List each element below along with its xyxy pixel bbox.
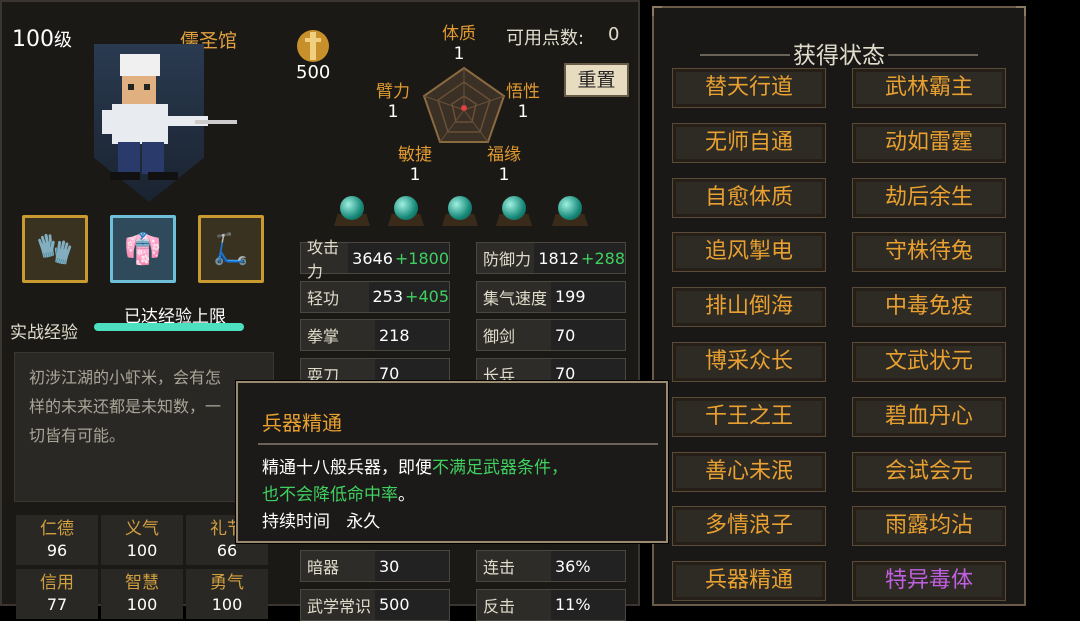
status-tag[interactable]: 动如雷霆 [852, 122, 1006, 163]
stat-row: 暗器 30 [300, 550, 450, 582]
gauntlet-icon: 🧤 [36, 231, 74, 267]
status-panel-title: 获得状态 [793, 43, 885, 69]
status-tag[interactable]: 替天行道 [672, 68, 826, 108]
status-tag[interactable]: 自愈体质 [672, 177, 826, 218]
status-tag[interactable]: 追风掣电 [672, 232, 826, 273]
character-description: 初涉江湖的小虾米，会有怎 样的未来还都是未知数，一 切皆有可能。 [14, 352, 274, 502]
tooltip-duration-label: 持续时间 [262, 512, 330, 532]
status-tooltip: 兵器精通 精通十八般兵器，即便不满足武器条件， 也不会降低命中率。 持续时间 永… [236, 381, 668, 543]
available-points-label: 可用点数: [506, 28, 585, 49]
virtue-wisdom: 智慧 100 [101, 569, 183, 619]
virtue-courage: 勇气 100 [186, 569, 268, 619]
tooltip-duration-value: 永久 [346, 512, 381, 532]
status-tag[interactable]: 千王之王 [672, 396, 826, 437]
available-points-value: 0 [608, 24, 620, 45]
level-label: 100级 [12, 27, 72, 52]
status-tag[interactable]: 劫后余生 [852, 177, 1006, 218]
status-tag[interactable]: 无师自通 [672, 122, 826, 163]
tooltip-body: 精通十八般兵器，即便不满足武器条件， 也不会降低命中率。 持续时间 永久 [262, 458, 568, 532]
stat-row: 拳掌 218 [300, 319, 450, 351]
character-sprite [102, 54, 237, 180]
status-tag[interactable]: 多情浪子 [672, 506, 826, 547]
status-panel: 获得状态 替天行道 武林霸主 无师自通 动如雷霆 自愈体质 劫后余生 追风掣电 守株待兔 排山倒… [652, 6, 1026, 606]
attribute-radar [422, 66, 506, 143]
tooltip-title: 兵器精通 [262, 411, 342, 435]
coin-icon [292, 28, 334, 62]
status-tag[interactable]: 文武状元 [852, 342, 1006, 382]
status-tag[interactable]: 善心未泯 [672, 451, 826, 492]
robe-icon: 👘 [124, 231, 162, 267]
attr-strength: 臂力 1 [376, 82, 410, 122]
reset-button[interactable]: 重置 [564, 63, 629, 97]
status-tag[interactable]: 中毒免疫 [852, 287, 1006, 328]
status-tag[interactable]: 雨露均沾 [852, 506, 1006, 547]
attr-fortune: 福缘 1 [487, 145, 521, 185]
attr-constitution: 体质 1 [442, 24, 476, 64]
stat-row: 轻功 253 +405 [300, 280, 450, 313]
status-tag[interactable]: 守株待兔 [852, 232, 1006, 273]
status-tag[interactable]: 兵器精通 [672, 561, 826, 602]
gem-slot-2[interactable] [388, 194, 424, 230]
equip-slot-weapon[interactable]: 🧤 [22, 215, 88, 283]
status-tag[interactable]: 碧血丹心 [852, 396, 1006, 437]
stat-row: 御剑 70 [476, 319, 626, 351]
status-tag[interactable]: 会试会元 [852, 451, 1006, 492]
attr-comprehension: 悟性 1 [506, 82, 540, 122]
exp-bar [94, 323, 244, 331]
gem-slot-1[interactable] [334, 194, 370, 230]
scooter-icon: 🛴 [212, 231, 250, 267]
attr-agility: 敏捷 1 [398, 145, 432, 185]
equip-slot-armor[interactable]: 👘 [110, 215, 176, 283]
stat-row: 集气速度 199 [476, 280, 626, 313]
virtue-benevolence: 仁德 96 [16, 515, 98, 565]
virtue-trust: 信用 77 [16, 569, 98, 619]
gem-slot-3[interactable] [442, 194, 478, 230]
stat-row: 攻击力 3646 +1800 [300, 238, 450, 281]
status-tag[interactable]: 特异毒体 [852, 561, 1006, 602]
status-tag[interactable]: 博采众长 [672, 342, 826, 382]
stat-row: 反击 11% [476, 588, 626, 621]
status-tag[interactable]: 武林霸主 [852, 68, 1006, 108]
stat-row: 防御力 1812 +288 [476, 242, 626, 274]
gem-slot-5[interactable] [552, 194, 588, 230]
virtue-righteousness: 义气 100 [101, 515, 183, 565]
equip-slot-accessory[interactable]: 🛴 [198, 215, 264, 283]
status-tag[interactable]: 排山倒海 [672, 287, 826, 328]
exp-label: 实战经验 [10, 323, 78, 343]
stat-row: 连击 36% [476, 550, 626, 582]
gem-slot-4[interactable] [496, 194, 532, 230]
stat-row: 武学常识 500 [300, 588, 450, 621]
coin-value: 500 [296, 62, 331, 83]
